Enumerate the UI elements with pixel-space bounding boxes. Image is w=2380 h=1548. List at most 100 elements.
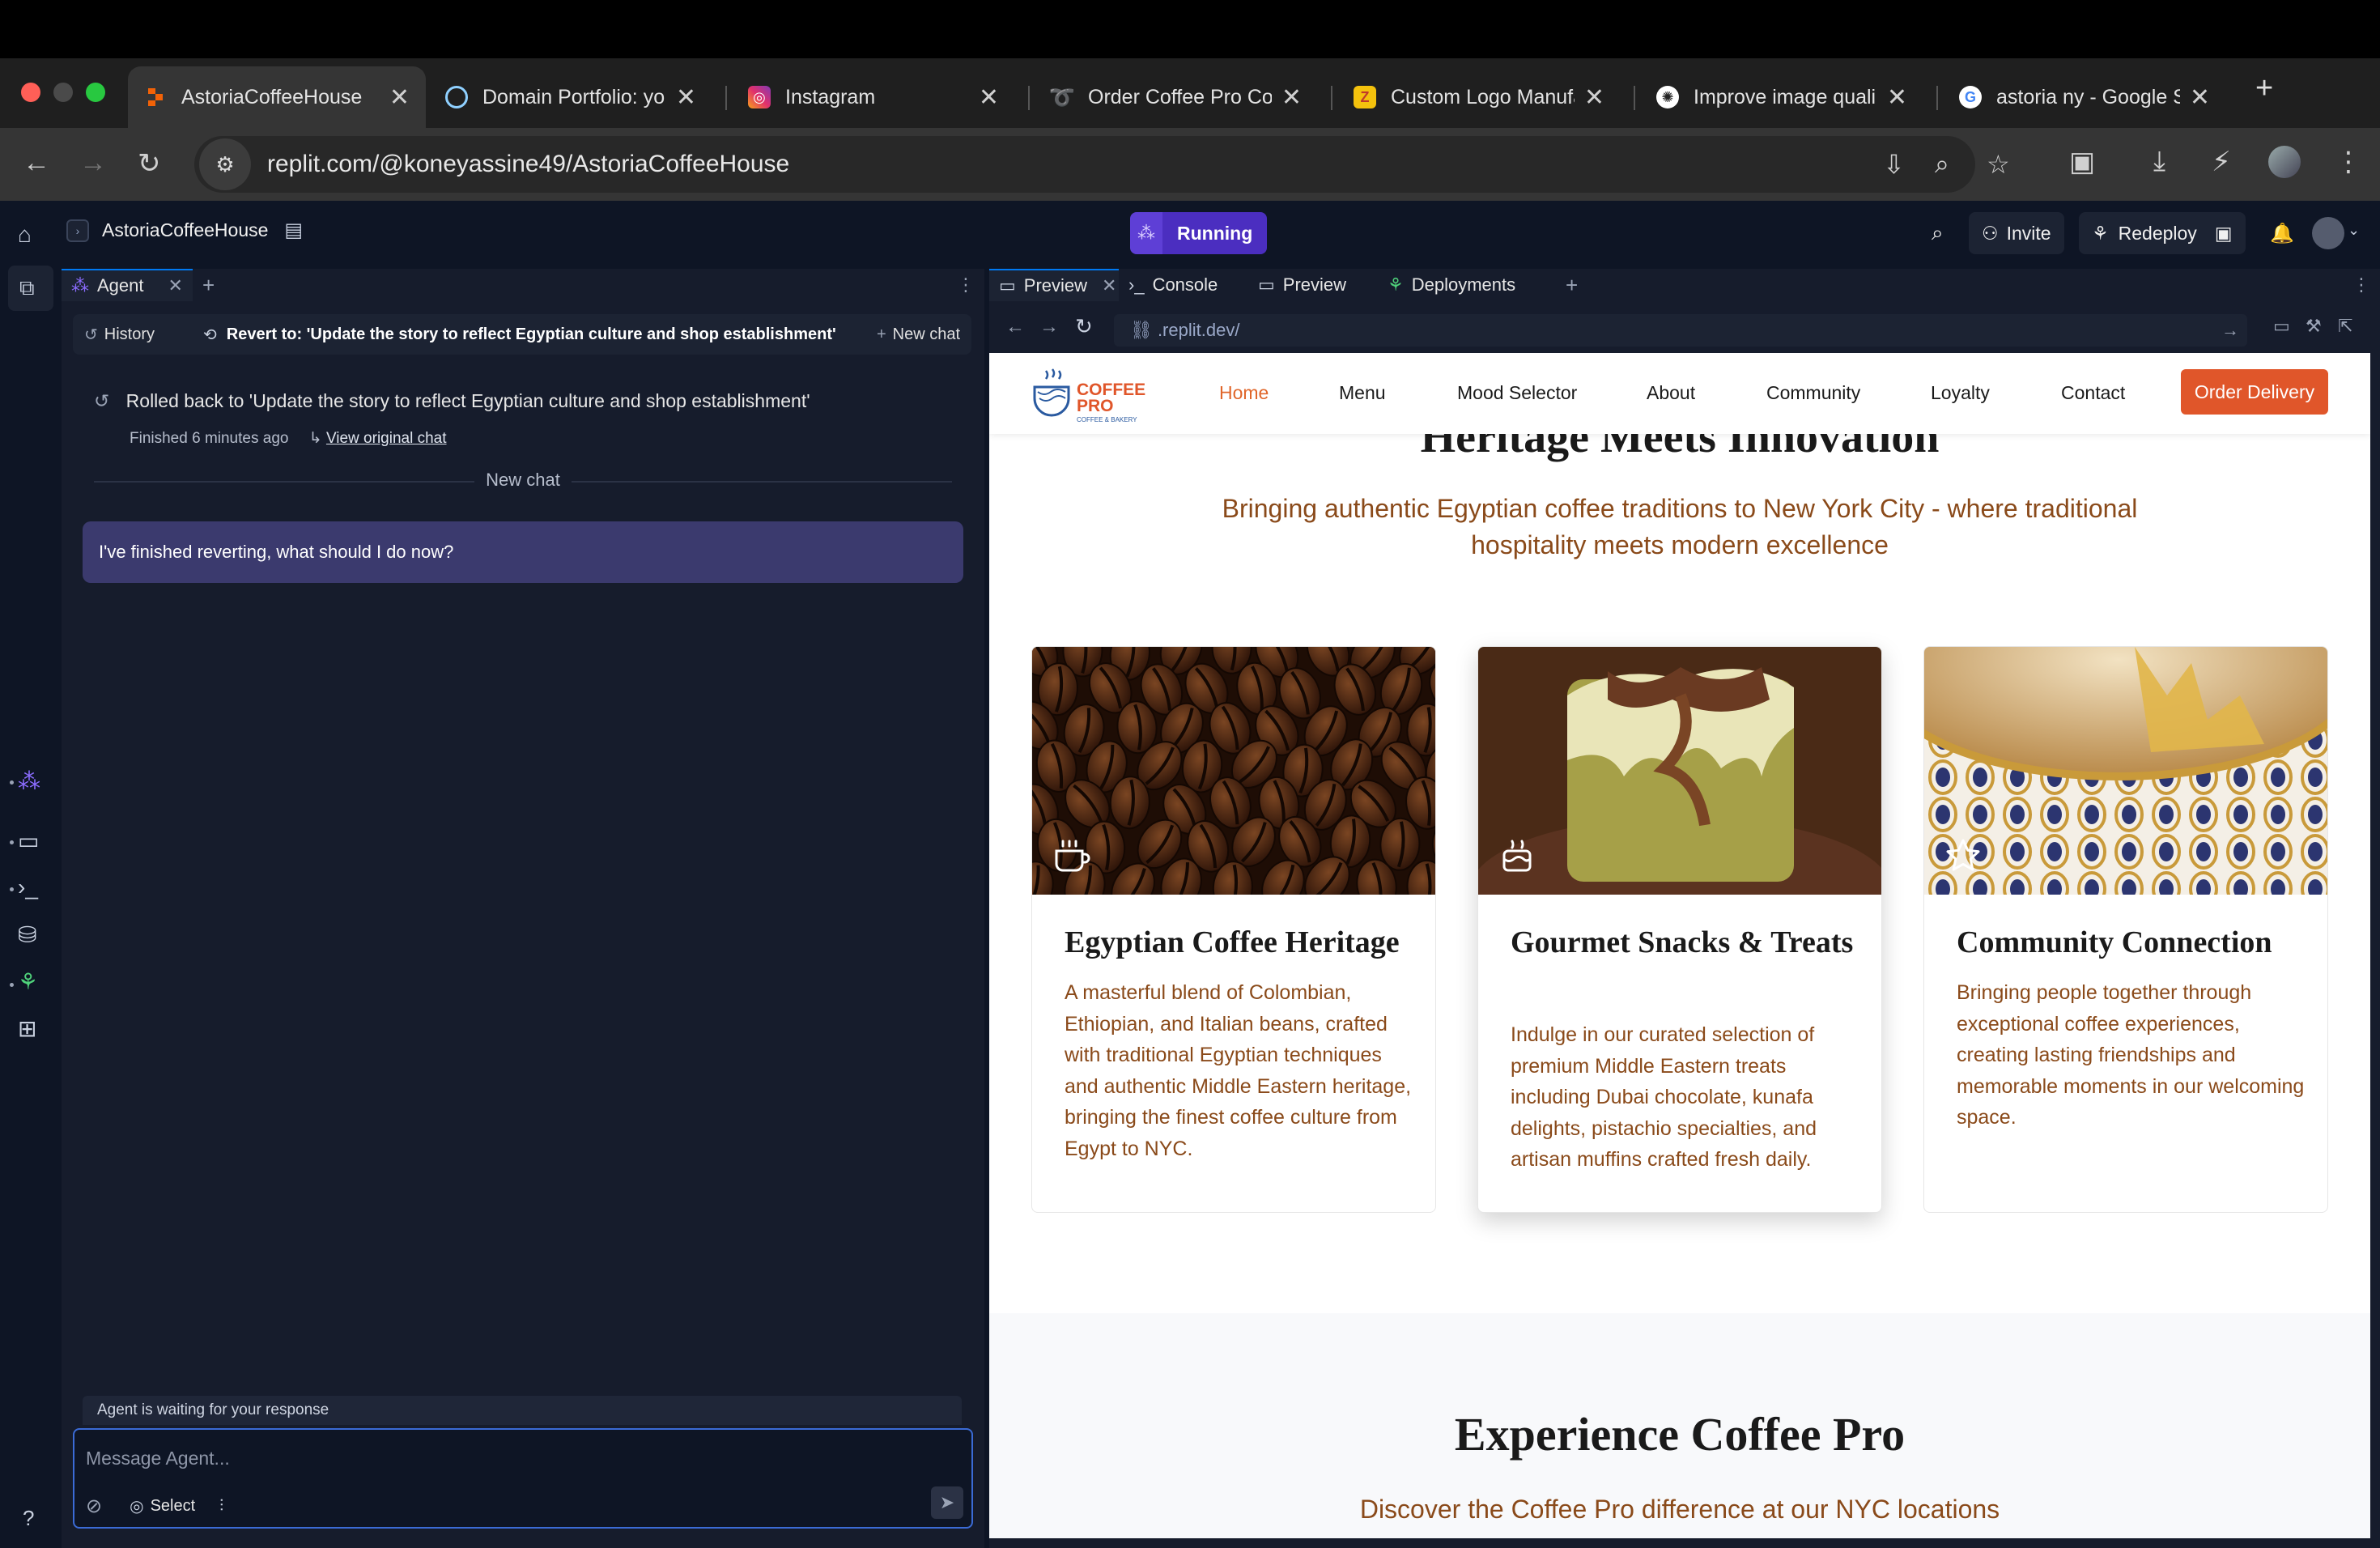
omnibox[interactable]: ⚙ replit.com/@koneyassine49/AstoriaCoffe… bbox=[194, 136, 1975, 193]
go-arrow-icon[interactable]: → bbox=[2221, 320, 2239, 341]
cake-icon bbox=[1502, 840, 1532, 872]
preview-forward-icon[interactable]: → bbox=[1039, 316, 1059, 338]
close-tab-icon[interactable]: ✕ bbox=[1102, 275, 1116, 296]
omnibox-url[interactable]: replit.com/@koneyassine49/AstoriaCoffeeH… bbox=[267, 151, 789, 178]
message-input[interactable]: Message Agent... bbox=[86, 1448, 230, 1469]
feature-card-coffee-heritage[interactable]: Egyptian Coffee Heritage A masterful ble… bbox=[1031, 646, 1436, 1213]
close-tab-icon[interactable]: ✕ bbox=[676, 83, 696, 112]
rollback-icon: ↺ bbox=[94, 390, 110, 411]
new-chat-button[interactable]: New chat bbox=[893, 325, 960, 344]
browser-tab-astoria[interactable]: AstoriaCoffeeHouse ✕ bbox=[128, 66, 426, 128]
view-original-chat-link[interactable]: View original chat bbox=[326, 430, 447, 447]
console-icon[interactable]: ›_ bbox=[18, 874, 38, 900]
open-new-window-icon[interactable]: ⇱ bbox=[2338, 316, 2352, 337]
redeploy-button[interactable]: ⚘ Redeploy ▣ bbox=[2079, 212, 2246, 254]
new-tab-button[interactable]: + bbox=[2255, 71, 2273, 106]
tab-preview-active[interactable]: ▭ Preview ✕ bbox=[989, 269, 1119, 301]
browser-tab-improve-image[interactable]: ✺ Improve image quali ✕ bbox=[1640, 66, 1923, 128]
all-tools-grid-icon[interactable]: ⊞ bbox=[18, 1015, 36, 1042]
database-icon[interactable]: ⛁ bbox=[18, 921, 36, 948]
close-tab-icon[interactable]: ✕ bbox=[1584, 83, 1604, 112]
help-icon[interactable]: ? bbox=[23, 1506, 34, 1531]
preview-url-input[interactable]: ⛓ .replit.dev/ → bbox=[1114, 314, 2247, 347]
deployments-icon[interactable]: ⚘ bbox=[18, 968, 38, 995]
search-icon[interactable]: ⌕ bbox=[1919, 212, 1957, 254]
nav-link-contact[interactable]: Contact bbox=[2061, 382, 2125, 404]
tab-agent[interactable]: ⁂ Agent ✕ bbox=[62, 269, 193, 301]
project-info-icon[interactable]: ▤ bbox=[284, 219, 303, 242]
browser-tab-domain-portfolio[interactable]: Domain Portfolio: yo ✕ bbox=[429, 66, 712, 128]
settings-sliders-icon[interactable]: ⫶ bbox=[219, 1497, 223, 1516]
nav-link-loyalty[interactable]: Loyalty bbox=[1931, 382, 1990, 404]
home-icon[interactable]: ⌂ bbox=[18, 222, 32, 248]
nav-link-community[interactable]: Community bbox=[1766, 382, 1860, 404]
tab-console[interactable]: ›_ Console bbox=[1119, 269, 1248, 301]
select-button[interactable]: Select bbox=[151, 1497, 196, 1516]
site-settings-icon[interactable]: ⚙ bbox=[199, 138, 251, 190]
add-tab-button[interactable]: + bbox=[1556, 269, 1587, 301]
preview-reload-icon[interactable]: ↻ bbox=[1075, 314, 1093, 339]
order-delivery-button[interactable]: Order Delivery bbox=[2181, 369, 2328, 415]
close-tab-icon[interactable]: ✕ bbox=[168, 275, 183, 296]
agent-icon[interactable]: ⁂ bbox=[18, 768, 40, 794]
project-title[interactable]: › AstoriaCoffeeHouse ▤ bbox=[66, 219, 303, 242]
reload-icon[interactable]: ↻ bbox=[138, 147, 161, 180]
nav-link-mood-selector[interactable]: Mood Selector bbox=[1457, 382, 1577, 404]
tab-title: astoria ny - Google S bbox=[1996, 85, 2180, 108]
tab-divider bbox=[1331, 86, 1332, 110]
browser-tab-google[interactable]: G astoria ny - Google S ✕ bbox=[1943, 66, 2226, 128]
user-avatar[interactable] bbox=[2312, 217, 2344, 249]
coffee-pro-logo[interactable]: COFFEE PRO COFFEE & BAKERY bbox=[1031, 366, 1145, 424]
tab-preview[interactable]: ▭ Preview bbox=[1248, 269, 1378, 301]
send-button[interactable]: ➤ bbox=[931, 1486, 963, 1519]
extensions-icon[interactable]: ⚡ bbox=[2212, 146, 2231, 178]
nav-link-about[interactable]: About bbox=[1647, 382, 1695, 404]
run-status-button[interactable]: ⁂ Running bbox=[1130, 212, 1268, 254]
close-tab-icon[interactable]: ✕ bbox=[2190, 83, 2210, 112]
bookmark-star-icon[interactable]: ☆ bbox=[1987, 149, 2010, 180]
project-name: AstoriaCoffeeHouse bbox=[102, 219, 269, 240]
browser-menu-icon[interactable]: ⋮ bbox=[2335, 146, 2362, 178]
device-toggle-icon[interactable]: ▭ bbox=[2273, 316, 2290, 337]
browser-tab-instagram[interactable]: ◎ Instagram ✕ bbox=[732, 66, 1015, 128]
close-tab-icon[interactable]: ✕ bbox=[389, 83, 410, 112]
window-minimize-button[interactable] bbox=[53, 83, 73, 102]
tab-deployments[interactable]: ⚘ Deployments bbox=[1378, 269, 1556, 301]
forward-arrow-icon[interactable]: → bbox=[79, 147, 107, 179]
window-close-button[interactable] bbox=[21, 83, 40, 102]
window-maximize-button[interactable] bbox=[86, 83, 105, 102]
back-arrow-icon[interactable]: ← bbox=[23, 147, 50, 179]
download-icon[interactable]: ⤓ bbox=[2153, 146, 2165, 177]
profile-avatar[interactable] bbox=[2268, 146, 2301, 178]
preview-back-icon[interactable]: ← bbox=[1005, 316, 1025, 338]
install-app-icon[interactable]: ⇩ bbox=[1883, 149, 1905, 180]
user-message-bubble: I've finished reverting, what should I d… bbox=[83, 521, 963, 583]
browser-tab-order-coffee[interactable]: ➰ Order Coffee Pro Co ✕ bbox=[1035, 66, 1318, 128]
nav-link-menu[interactable]: Menu bbox=[1339, 382, 1386, 404]
close-tab-icon[interactable]: ✕ bbox=[1887, 83, 1907, 112]
coffee-cup-icon bbox=[1055, 840, 1090, 872]
panel-menu-icon[interactable]: ⋮ bbox=[947, 269, 984, 301]
history-button[interactable]: History bbox=[104, 325, 155, 344]
attach-paperclip-icon[interactable]: ⊘ bbox=[86, 1495, 102, 1518]
history-bar: ↺ History ⟲ Revert to: 'Update the story… bbox=[73, 314, 971, 355]
zoom-icon[interactable]: ⌕ bbox=[1935, 149, 1949, 180]
notifications-bell-icon[interactable]: 🔔 bbox=[2257, 212, 2307, 254]
preview-monitor-icon[interactable]: ▭ bbox=[18, 827, 39, 854]
feature-card-community[interactable]: Community Connection Bringing people tog… bbox=[1923, 646, 2328, 1213]
cast-search-icon[interactable]: ▣ bbox=[2069, 146, 2095, 178]
message-composer[interactable]: Message Agent... ⊘ ◎ Select ⫶ ➤ bbox=[73, 1428, 973, 1529]
panel-menu-icon[interactable]: ⋮ bbox=[2343, 269, 2380, 301]
close-tab-icon[interactable]: ✕ bbox=[979, 83, 999, 112]
feature-card-snacks-treats[interactable]: Gourmet Snacks & Treats Indulge in our c… bbox=[1477, 646, 1882, 1213]
devtools-wrench-icon[interactable]: ⚒ bbox=[2306, 316, 2322, 337]
revert-checkpoint-label[interactable]: Revert to: 'Update the story to reflect … bbox=[227, 325, 836, 344]
agent-status-banner: Agent is waiting for your response bbox=[83, 1396, 962, 1425]
nav-link-home[interactable]: Home bbox=[1219, 382, 1269, 404]
file-tree-toggle[interactable]: ⧉ bbox=[8, 266, 53, 311]
close-tab-icon[interactable]: ✕ bbox=[1281, 83, 1302, 112]
chevron-down-icon[interactable]: ⌄ bbox=[2348, 222, 2360, 239]
invite-button[interactable]: ⚇ Invite bbox=[1969, 212, 2064, 254]
add-tab-button[interactable]: + bbox=[193, 269, 224, 301]
browser-tab-custom-logo[interactable]: Z Custom Logo Manufa ✕ bbox=[1337, 66, 1621, 128]
